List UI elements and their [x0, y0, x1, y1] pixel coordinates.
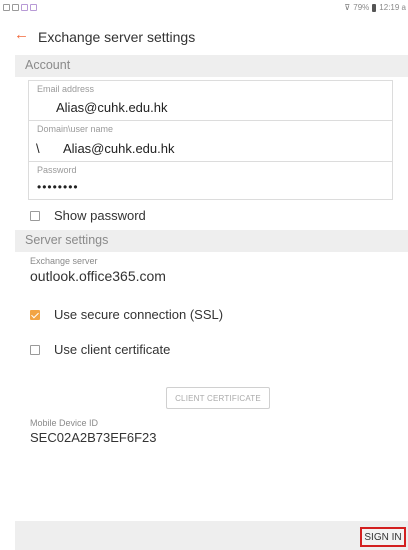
- client-certificate-row[interactable]: Use client certificate: [30, 342, 170, 357]
- app-bar: ← Exchange server settings: [0, 21, 408, 54]
- email-field[interactable]: Email address Alias@cuhk.edu.hk: [28, 80, 393, 120]
- ssl-label: Use secure connection (SSL): [54, 307, 224, 322]
- show-password-row[interactable]: Show password: [30, 208, 146, 223]
- battery-percent: 79%: [353, 3, 370, 12]
- client-certificate-button[interactable]: CLIENT CERTIFICATE: [166, 387, 270, 409]
- client-certificate-checkbox[interactable]: [30, 344, 40, 355]
- email-label: Email address: [37, 84, 95, 94]
- section-header-account: Account: [15, 55, 408, 77]
- sign-in-button[interactable]: SIGN IN: [360, 527, 406, 547]
- battery-icon: [372, 3, 377, 12]
- domain-username-label: Domain\user name: [37, 124, 114, 134]
- exchange-server-label: Exchange server: [30, 256, 98, 266]
- system-status: ⊽ 79% 12:19 a: [344, 3, 406, 12]
- notification-icons: [3, 4, 37, 11]
- mail-icon: [30, 4, 37, 11]
- ssl-row[interactable]: Use secure connection (SSL): [30, 307, 223, 322]
- status-bar: ⊽ 79% 12:19 a: [0, 0, 408, 20]
- show-password-label: Show password: [54, 208, 146, 223]
- exchange-server-value[interactable]: outlook.office365.com: [30, 268, 166, 284]
- email-value[interactable]: Alias@cuhk.edu.hk: [56, 100, 167, 115]
- back-arrow-icon[interactable]: ←: [14, 27, 29, 43]
- ssl-checkbox[interactable]: [30, 309, 40, 320]
- show-password-checkbox[interactable]: [30, 210, 40, 221]
- password-field[interactable]: Password ••••••••: [28, 161, 393, 200]
- bottom-bar: [15, 521, 408, 550]
- mail-icon: [21, 4, 28, 11]
- page-title: Exchange server settings: [38, 29, 196, 45]
- client-certificate-label: Use client certificate: [54, 342, 171, 357]
- silent-icon: [12, 4, 19, 11]
- clock: 12:19 a: [379, 3, 406, 12]
- sd-card-icon: [3, 4, 10, 11]
- domain-prefix: \: [36, 141, 40, 156]
- section-header-server: Server settings: [15, 230, 408, 252]
- password-label: Password: [37, 165, 77, 175]
- domain-username-field[interactable]: Domain\user name \ Alias@cuhk.edu.hk: [28, 120, 393, 161]
- wifi-icon: ⊽: [344, 3, 351, 12]
- domain-username-value[interactable]: Alias@cuhk.edu.hk: [63, 141, 174, 156]
- mobile-device-id-value: SEC02A2B73EF6F23: [30, 430, 157, 445]
- password-value[interactable]: ••••••••: [37, 180, 79, 194]
- mobile-device-id-label: Mobile Device ID: [30, 418, 99, 428]
